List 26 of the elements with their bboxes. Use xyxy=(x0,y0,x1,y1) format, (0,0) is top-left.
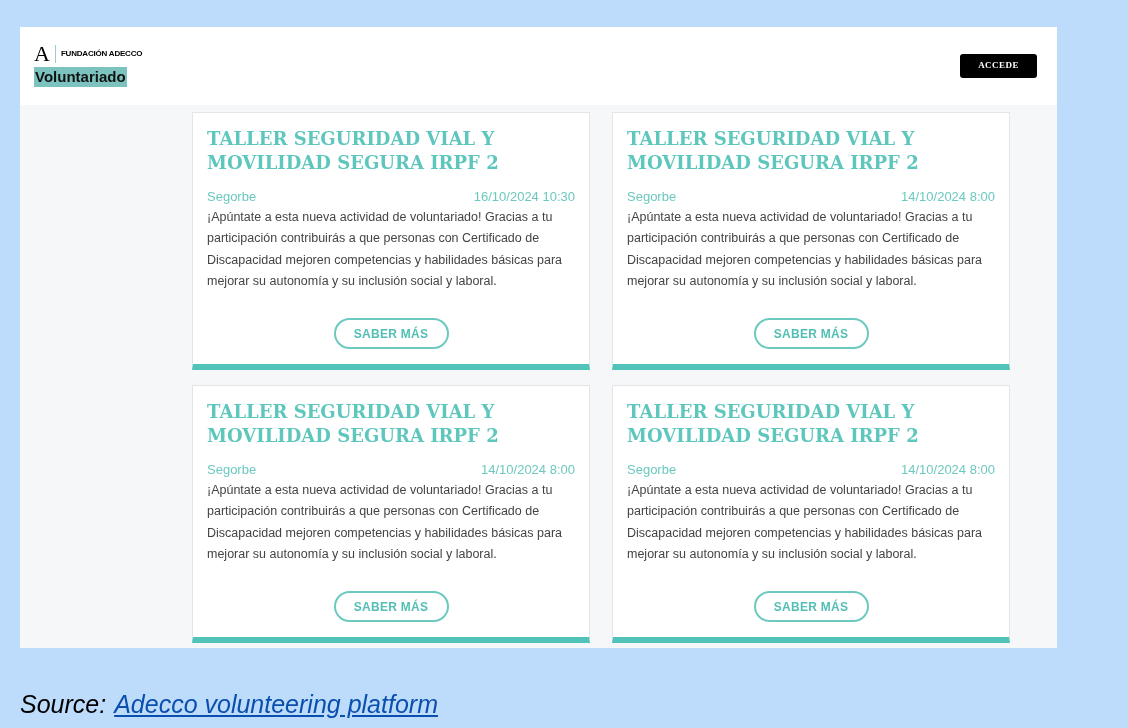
more-button[interactable]: SABER MÁS xyxy=(333,318,449,349)
more-button[interactable]: SABER MÁS xyxy=(753,591,869,622)
card-datetime: 14/10/2024 8:00 xyxy=(901,461,995,479)
card-location: Segorbe xyxy=(207,461,257,479)
card-description: ¡Apúntate a esta nueva actividad de voluntariado! Gracias a tu participación contribuirás a que personas con Certificado de Discapacidad mejoren competencias y habilidades básicas para mejorar su autonomía y su inclusión social y laboral. xyxy=(207,481,564,563)
card-title[interactable]: TALLER SEGURIDAD VIAL Y MOVILIDAD SEGURA IRPF 2 xyxy=(627,127,927,175)
card-datetime: 14/10/2024 8:00 xyxy=(901,188,995,206)
site-name[interactable]: Voluntariado xyxy=(34,67,127,87)
card-location: Segorbe xyxy=(627,461,677,479)
login-button[interactable]: ACCEDE xyxy=(960,54,1037,78)
source-link[interactable]: Adecco volunteering platform xyxy=(114,686,438,724)
card-location: Segorbe xyxy=(627,188,677,206)
card-location: Segorbe xyxy=(207,188,257,206)
card-description: ¡Apúntate a esta nueva actividad de voluntariado! Gracias a tu participación contribuirás a que personas con Certificado de Discapacidad mejoren competencias y habilidades básicas para mejorar su autonomía y su inclusión social y laboral. xyxy=(627,481,984,563)
more-button[interactable]: SABER MÁS xyxy=(333,591,449,622)
card-title[interactable]: TALLER SEGURIDAD VIAL Y MOVILIDAD SEGURA IRPF 2 xyxy=(207,127,507,175)
card-title[interactable]: TALLER SEGURIDAD VIAL Y MOVILIDAD SEGURA IRPF 2 xyxy=(627,400,927,448)
more-button[interactable]: SABER MÁS xyxy=(753,318,869,349)
logo-text: FUNDACIÓN ADECCO xyxy=(60,50,143,58)
card-description: ¡Apúntate a esta nueva actividad de voluntariado! Gracias a tu participación contribuirás a que personas con Certificado de Discapacidad mejoren competencias y habilidades básicas para mejorar su autonomía y su inclusión social y laboral. xyxy=(207,208,564,290)
card-datetime: 14/10/2024 8:00 xyxy=(481,461,575,479)
card-datetime: 16/10/2024 10:30 xyxy=(473,188,575,206)
caption-label: Source: xyxy=(20,689,107,720)
card-title[interactable]: TALLER SEGURIDAD VIAL Y MOVILIDAD SEGURA IRPF 2 xyxy=(207,400,507,448)
logo-letter: A xyxy=(34,43,50,65)
card-description: ¡Apúntate a esta nueva actividad de voluntariado! Gracias a tu participación contribuirás a que personas con Certificado de Discapacidad mejoren competencias y habilidades básicas para mejorar su autonomía y su inclusión social y laboral. xyxy=(627,208,984,290)
